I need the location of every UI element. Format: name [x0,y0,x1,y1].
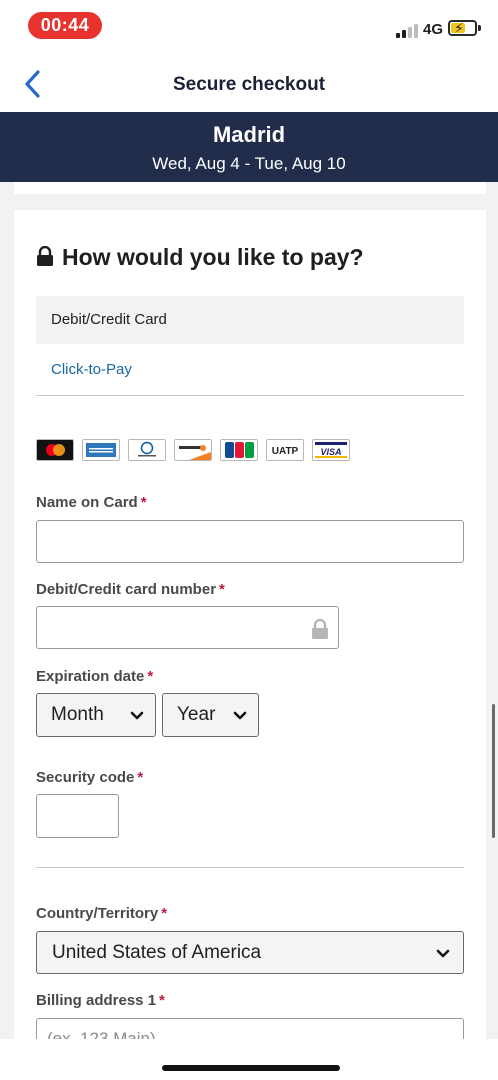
status-bar: 00:44 4G ⚡ [0,0,498,56]
chevron-down-icon [233,711,247,720]
svg-text:VISA: VISA [320,447,341,457]
required-marker: * [219,581,225,598]
trip-header: Madrid Wed, Aug 4 - Tue, Aug 10 [0,112,498,182]
divider [36,867,464,868]
svg-text:UATP: UATP [272,446,299,457]
expiration-year-select[interactable]: Year [162,693,259,737]
battery-tip [478,25,481,31]
visa-logo: VISA [312,439,350,461]
amex-logo [82,439,120,461]
country-select[interactable]: United States of America [36,931,464,974]
payment-heading-text: How would you like to pay? [62,244,364,270]
divider [36,395,464,396]
scrollbar[interactable] [492,704,495,838]
name-on-card-label: Name on Card * [36,494,147,511]
mastercard-logo [36,439,74,461]
discover-logo [174,439,212,461]
country-label: Country/Territory * [36,905,168,922]
uatp-logo: UATP [266,439,304,461]
card-number-label: Debit/Credit card number * [36,581,225,598]
lock-icon [36,245,54,272]
home-indicator[interactable] [162,1065,340,1071]
bottom-bar [0,1039,498,1080]
signal-icon [396,24,418,38]
required-marker: * [140,494,147,511]
required-marker: * [161,905,168,922]
security-code-input[interactable] [36,794,119,838]
previous-section-card [14,182,486,194]
name-on-card-input[interactable] [36,520,464,563]
required-marker: * [147,668,154,685]
required-marker: * [137,769,144,786]
required-marker: * [159,992,165,1009]
charging-bolt-icon: ⚡ [454,20,464,36]
payment-card: How would you like to pay? Debit/Credit … [14,210,486,1080]
diners-club-logo [128,439,166,461]
page-title: Secure checkout [172,74,326,95]
payment-heading: How would you like to pay? [36,244,364,272]
expiration-month-value: Month [51,704,104,725]
card-number-input[interactable] [36,606,339,649]
chevron-down-icon [130,711,144,720]
billing-address-1-label: Billing address 1 * [36,992,165,1009]
tab-debit-credit-card[interactable]: Debit/Credit Card [36,296,464,344]
trip-dates: Wed, Aug 4 - Tue, Aug 10 [152,154,346,173]
tab-click-to-pay[interactable]: Click-to-Pay [36,346,464,394]
expiration-date-label: Expiration date * [36,668,154,685]
expiration-year-value: Year [177,704,216,725]
security-code-label: Security code * [36,769,144,786]
jcb-logo [220,439,258,461]
country-value: United States of America [52,942,262,963]
trip-city: Madrid [212,122,286,147]
lock-icon [312,618,328,639]
network-type: 4G [423,21,444,38]
nav-bar: Secure checkout [0,56,498,112]
status-time: 00:44 [28,12,102,39]
chevron-down-icon [436,949,450,958]
expiration-month-select[interactable]: Month [36,693,156,737]
battery-icon: ⚡ [448,20,477,36]
